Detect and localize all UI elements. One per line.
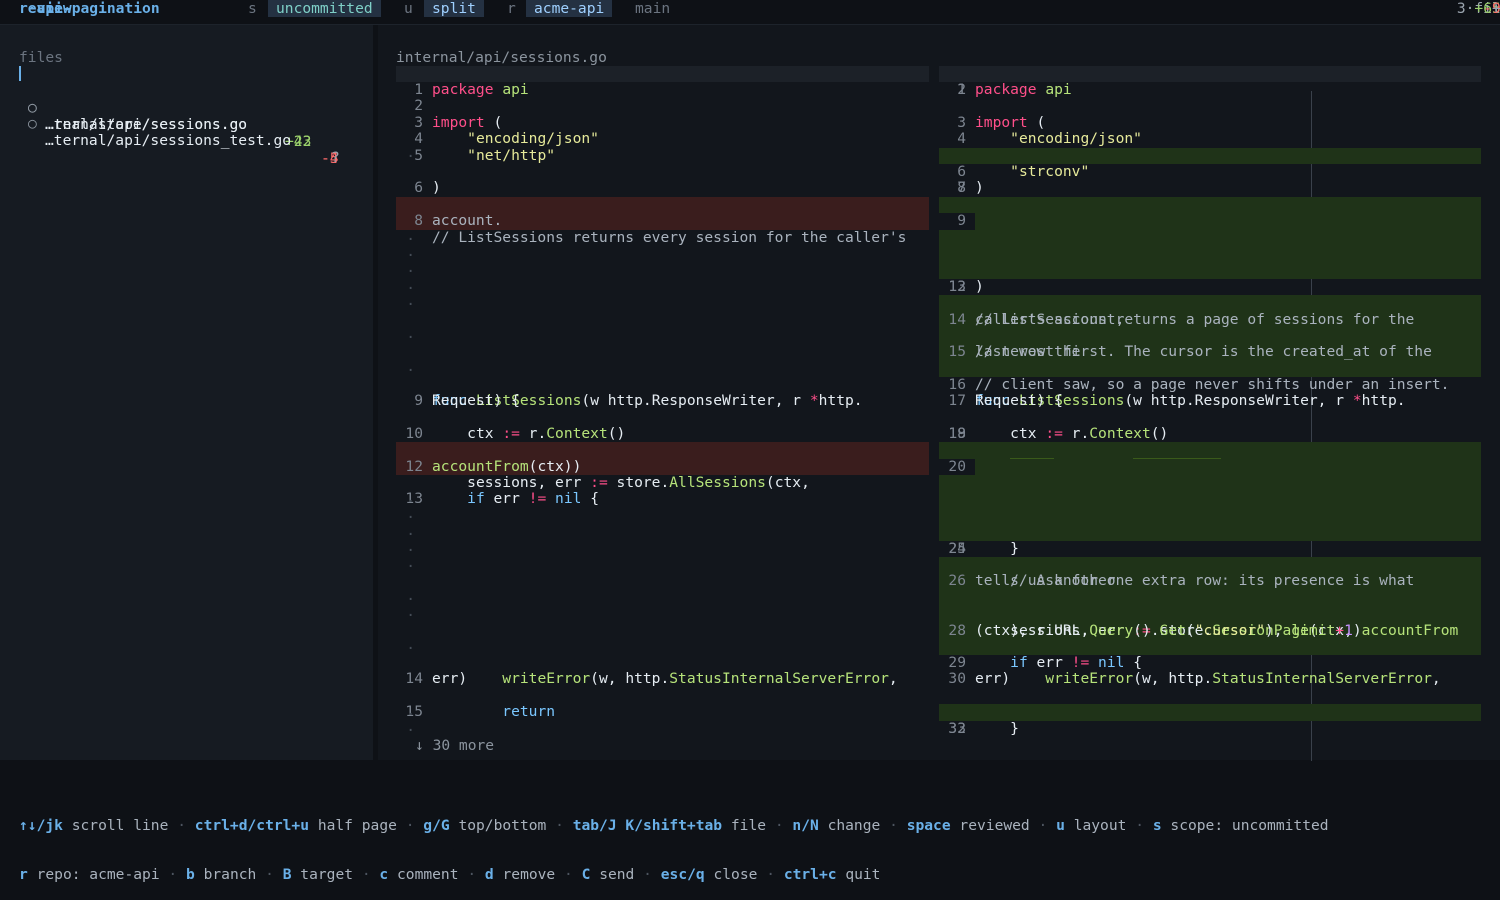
diff-line: 13 — [948, 277, 966, 295]
file-sidebar: files ○ …ternal/api/sessions.go +43 -4 ○… — [0, 25, 373, 760]
file-path: internal/api/sessions.go — [396, 49, 607, 66]
diff-line-added: 9const ( — [939, 196, 1481, 229]
file-name: …rnal/store/sessions.go — [45, 115, 248, 133]
diff-line: 5 "net/http" — [939, 131, 1481, 164]
app-title: review · api-pagination — [19, 0, 160, 17]
pad-marker: . — [406, 276, 415, 293]
top-bar: review · api-pagination s uncommitted u … — [0, 0, 1500, 17]
pad-marker: . — [406, 489, 415, 506]
repo-key: r — [507, 0, 516, 17]
diff-line: 1 package api — [396, 65, 929, 98]
diff-line-added: 11 maxPageSize = 200 — [939, 246, 1481, 278]
pad-marker: . — [406, 243, 415, 260]
pad-marker: . — [406, 538, 415, 555]
pad-marker: . — [406, 702, 415, 719]
target-branch: main — [635, 0, 671, 17]
diff-line-added: 27 // page exists, without a second COUN… — [939, 589, 1481, 622]
pad-marker: . — [406, 144, 415, 161]
file-untracked: ? — [331, 149, 340, 166]
diff-line: 7) — [957, 179, 984, 197]
diff-line-added: 22 writeError(w, http.StatusBadRequest, … — [939, 491, 1481, 524]
circle-icon: ○ — [28, 115, 37, 132]
layout-key: u — [404, 0, 413, 17]
scope-pill[interactable]: uncommitted — [268, 0, 381, 17]
repo-pill[interactable]: acme-api — [526, 0, 613, 17]
diff-line-added — [975, 458, 1481, 475]
diff-line-wrap: Request) { — [975, 392, 1063, 409]
pad-marker: . — [406, 259, 415, 276]
pad-marker: . — [406, 227, 415, 244]
diff-line: 2 — [414, 97, 423, 115]
diff-line-wrap: Request) { — [432, 392, 520, 409]
scope-key: s — [248, 0, 257, 17]
diff-line: 3 import ( — [414, 113, 503, 131]
diff-line: 31 return — [939, 688, 1481, 720]
diff-line: 15 return — [405, 703, 556, 721]
diff-line-added — [975, 213, 1481, 230]
diff-line-added: 21 if err != nil { — [939, 475, 1481, 507]
diff-line-wrap: accountFrom(ctx)) — [432, 457, 582, 475]
diff-line: 5 "net/http" — [414, 146, 556, 164]
keybinding-help: ↑↓/jk scroll line · ctrl+d/ctrl+u half p… — [19, 785, 1489, 900]
file-item-api-sessions[interactable]: ○ …ternal/api/sessions.go +43 -4 — [19, 65, 344, 167]
pad-marker: . — [406, 636, 415, 653]
pad-marker: . — [406, 554, 415, 571]
help-row-1: ↑↓/jk scroll line · ctrl+d/ctrl+u half p… — [19, 816, 1329, 834]
pad-marker: . — [406, 718, 415, 735]
diff-line: 11 — [396, 426, 929, 458]
diff-line-wrap: account. — [432, 212, 503, 230]
diff-line: 4 "encoding/json" — [414, 130, 599, 148]
file-item-store-sessions[interactable]: ○ …rnal/store/sessions.go +22 -5 — [19, 82, 344, 167]
sidebar-title: files — [19, 49, 63, 66]
diff-line-added: 24 } — [939, 524, 1481, 557]
diff-line: 1 package api — [939, 65, 1481, 98]
file-item-sessions-test[interactable]: ○ …ternal/api/sessions_test.go ? — [19, 98, 344, 166]
pad-marker: . — [406, 358, 415, 375]
diff-line-wrap: caller's account, — [975, 310, 1125, 328]
diff-line-added: 20 limit, err := pageSize(r) — [939, 442, 1481, 475]
diff-line-wrap: tells us another — [975, 572, 1116, 590]
diff-line-added: 10 defaultPageSize = 50 — [939, 229, 1481, 262]
diff-line: 13 if err != nil { — [405, 490, 599, 508]
selection-cursor — [19, 66, 21, 81]
diff-line: 9 func ListSessions(w http.ResponseWriter… — [414, 392, 863, 409]
diff-line-wrap: err) — [432, 670, 468, 688]
diff-line-added: 12) — [939, 262, 1481, 295]
pad-marker: . — [406, 522, 415, 539]
diff-line: 17 func ListSessions(w http.ResponseWrite… — [948, 392, 1406, 409]
diff-line: 18 ctx := r.Context() — [948, 424, 1169, 442]
diff-line: 3 import ( — [957, 113, 1046, 131]
more-indicator[interactable]: ↓ 30 more — [415, 737, 494, 754]
diff-line: 10 ctx := r.Context() — [405, 424, 626, 442]
diff-line: 33 — [948, 719, 966, 737]
diff-line-added: 29 if err != nil { — [939, 639, 1481, 671]
diff-line: 14 writeError(w, http.StatusInternalServ… — [405, 670, 898, 688]
pad-marker: . — [406, 325, 415, 342]
diff-line: 4 "encoding/json" — [957, 130, 1142, 148]
diff-line-wrap: last row the — [975, 343, 1081, 361]
diff-line: 2 — [957, 81, 966, 98]
help-row-2: r repo: acme-api · b branch · B target ·… — [19, 866, 881, 884]
pad-marker: . — [406, 603, 415, 620]
pad-marker: . — [406, 292, 415, 309]
diff-line: 25 — [948, 539, 966, 557]
diff-line-added: 16// client saw, so a page never shifts … — [939, 360, 1481, 393]
diff-line-wrap: (ctx), r.URL.Query().Get("cursor"), limi… — [975, 621, 1362, 639]
diff-line-wrap: err) — [975, 670, 1011, 688]
diff-stats: 3 files · +65 -9 +? — [1456, 0, 1500, 17]
diff-line-added: 6 "strconv" — [939, 147, 1481, 180]
diff-line-added: 32 } — [939, 704, 1481, 737]
diff-line: 19 — [948, 424, 966, 442]
diff-line: 6) — [414, 179, 441, 197]
diff-line-added: 23 return — [939, 507, 1481, 540]
pad-marker: . — [406, 505, 415, 522]
diff-line: 8 — [957, 179, 966, 197]
layout-pill[interactable]: split — [424, 0, 484, 17]
diff-line: 30 writeError(w, http.StatusInternalServ… — [948, 670, 1441, 688]
pad-marker: . — [406, 587, 415, 604]
diff-line: 7 — [396, 180, 929, 213]
file-name: …ternal/api/sessions_test.go — [45, 132, 292, 149]
